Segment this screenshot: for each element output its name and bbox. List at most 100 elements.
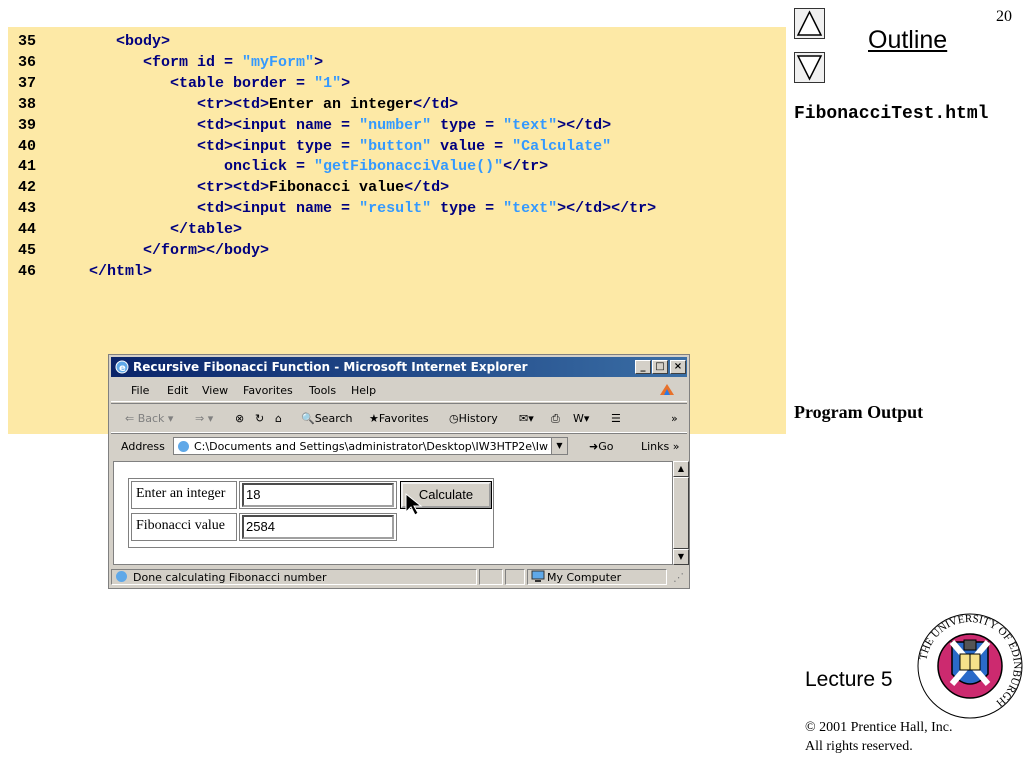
history-button[interactable]: ◷History (449, 412, 498, 425)
result-cell: 2584 (239, 513, 397, 541)
menu-file[interactable]: File (131, 384, 149, 397)
code-segment: "button" (359, 137, 432, 155)
code-segment: onclick = (224, 158, 315, 176)
status-bar: Done calculating Fibonacci number My Com… (111, 567, 687, 587)
code-segment: </form></body> (143, 242, 270, 259)
word-icon[interactable]: W▾ (573, 412, 589, 425)
status-pane-secure (505, 569, 525, 585)
title-bar: e Recursive Fibonacci Function - Microso… (111, 357, 687, 377)
links-button[interactable]: Links » (641, 440, 680, 453)
code-segment: </table> (170, 221, 243, 239)
code-segment: </td> (413, 95, 459, 113)
line-number: 39 (18, 116, 37, 134)
code-segment: ></td> (557, 116, 612, 134)
line-number: 44 (18, 221, 37, 239)
menu-help[interactable]: Help (351, 384, 376, 397)
up-arrow-icon (796, 10, 823, 36)
code-line: 37 <table border = "1"> (18, 74, 350, 94)
stop-icon[interactable]: ⊗ (235, 412, 244, 425)
code-line: 43 <td><input name = "result" type = "te… (18, 199, 656, 219)
slide-number: 20 (996, 8, 1012, 25)
copyright-notice: © 2001 Prentice Hall, Inc. All rights re… (805, 718, 953, 756)
form-table: Enter an integer 18 Calculate Fibonacci … (128, 478, 494, 548)
code-segment: </html> (89, 262, 153, 280)
search-label: Search (314, 412, 353, 425)
address-input[interactable]: C:\Documents and Settings\administrator\… (173, 437, 568, 455)
code-segment: <table border = (170, 74, 315, 92)
toolbar-overflow-icon[interactable]: » (671, 412, 678, 425)
browser-window: e Recursive Fibonacci Function - Microso… (108, 354, 690, 589)
number-input[interactable]: 18 (242, 483, 394, 507)
outline-link[interactable]: Outline (868, 26, 947, 55)
code-segment: "result" (359, 200, 432, 218)
go-button[interactable]: ➜Go (589, 440, 613, 453)
scroll-thumb[interactable] (673, 477, 689, 549)
code-segment: "myForm" (242, 53, 315, 71)
file-name: FibonacciTest.html (794, 104, 989, 124)
print-icon[interactable]: ⎙ (551, 412, 560, 426)
result-input[interactable]: 2584 (242, 515, 394, 539)
previous-slide-button[interactable] (794, 8, 825, 39)
minimize-button[interactable]: _ (635, 360, 651, 374)
maximize-button[interactable]: □ (652, 360, 668, 374)
line-number: 40 (18, 137, 37, 155)
status-pane-progress (479, 569, 503, 585)
status-pane (111, 569, 477, 585)
zone-text: My Computer (547, 571, 622, 584)
window-title: Recursive Fibonacci Function - Microsoft… (133, 360, 528, 374)
back-button[interactable]: ⇐ Back ▾ (125, 412, 173, 425)
go-label: Go (598, 440, 614, 453)
menu-view[interactable]: View (202, 384, 228, 397)
address-label: Address (121, 440, 165, 453)
search-button[interactable]: 🔍Search (301, 412, 353, 425)
scroll-up-icon[interactable]: ▲ (673, 461, 689, 477)
code-segment: <td><input type = (197, 137, 360, 155)
code-segment: type = (431, 116, 504, 134)
code-line: 41 onclick = "getFibonacciValue()"</tr> (18, 157, 548, 177)
code-segment: > (314, 53, 324, 71)
standard-toolbar: ⇐ Back ▾ ⇒ ▾ ⊗ ↻ ⌂ 🔍Search ★Favorites ◷H… (111, 403, 687, 433)
menu-edit[interactable]: Edit (167, 384, 188, 397)
address-bar: Address C:\Documents and Settings\admini… (111, 433, 687, 458)
line-number: 46 (18, 262, 37, 280)
code-line: 42 <tr><td>Fibonacci value</td> (18, 178, 449, 198)
vertical-scrollbar[interactable]: ▲ ▼ (673, 461, 689, 565)
next-slide-button[interactable] (794, 52, 825, 83)
code-line: 40 <td><input type = "button" value = "C… (18, 137, 611, 157)
home-icon[interactable]: ⌂ (275, 412, 282, 425)
code-segment: <tr><td> (197, 95, 270, 113)
forward-button[interactable]: ⇒ ▾ (195, 412, 213, 425)
refresh-icon[interactable]: ↻ (255, 412, 264, 425)
line-number: 35 (18, 33, 37, 50)
resize-grip-icon[interactable]: ⋰ (673, 571, 684, 584)
close-button[interactable]: × (670, 360, 686, 374)
scroll-down-icon[interactable]: ▼ (673, 549, 689, 565)
code-segment: ></td></tr> (557, 200, 657, 218)
menu-tools[interactable]: Tools (309, 384, 336, 397)
computer-icon (531, 570, 545, 582)
line-number: 41 (18, 158, 37, 176)
code-segment: "number" (359, 116, 432, 134)
code-segment: "getFibonacciValue()" (314, 158, 504, 176)
lecture-label: Lecture 5 (805, 668, 893, 691)
mail-icon[interactable]: ✉▾ (519, 412, 534, 425)
menu-favorites[interactable]: Favorites (243, 384, 293, 397)
code-line: 39 <td><input name = "number" type = "te… (18, 116, 611, 136)
code-segment: <tr><td> (197, 179, 270, 197)
discuss-icon[interactable]: ☰ (611, 412, 621, 425)
code-line: 38 <tr><td>Enter an integer</td> (18, 95, 458, 115)
code-segment: "Calculate" (512, 137, 612, 155)
favorites-button[interactable]: ★Favorites (369, 412, 429, 425)
address-dropdown-icon[interactable]: ▼ (551, 438, 567, 454)
code-segment: > (341, 74, 351, 92)
